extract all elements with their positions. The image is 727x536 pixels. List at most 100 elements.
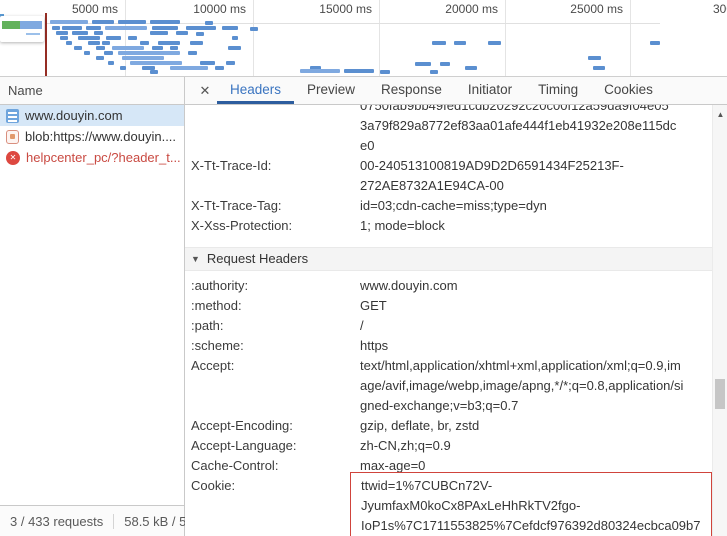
waterfall-bar bbox=[344, 69, 374, 73]
transferred-size: 58.5 kB / 5 bbox=[113, 514, 196, 529]
request-row[interactable]: www.douyin.com bbox=[0, 105, 184, 126]
header-value-line: / bbox=[360, 316, 712, 336]
timeline-gridline bbox=[630, 0, 631, 76]
timeline-tick-label: 20000 ms bbox=[445, 2, 505, 17]
network-overview[interactable]: 5000 ms10000 ms15000 ms20000 ms25000 ms … bbox=[0, 0, 727, 77]
header-value: zh-CN,zh;q=0.9 bbox=[360, 436, 712, 456]
waterfall-bar bbox=[415, 62, 431, 66]
timeline-tick-label: 15000 ms bbox=[319, 2, 379, 17]
timeline-tick-label: 25000 ms bbox=[570, 2, 630, 17]
header-value-line: gned-exchange;v=b3;q=0.7 bbox=[360, 396, 712, 416]
header-value: https bbox=[360, 336, 712, 356]
mini-thin-bar bbox=[26, 33, 40, 35]
tab-preview[interactable]: Preview bbox=[294, 77, 368, 104]
waterfall-bar bbox=[108, 61, 114, 65]
waterfall-bar bbox=[118, 51, 180, 55]
header-name: X-Tt-Trace-Id: bbox=[185, 156, 360, 196]
scrollbar-thumb[interactable] bbox=[715, 379, 725, 409]
header-value-line: 272AE8732A1E94CA-00 bbox=[360, 176, 712, 196]
close-icon[interactable]: ✕ bbox=[193, 77, 217, 104]
header-value-line: text/html,application/xhtml+xml,applicat… bbox=[360, 356, 712, 376]
waterfall-bar bbox=[150, 70, 158, 74]
status-bar: 3 / 433 requests 58.5 kB / 5 bbox=[0, 505, 184, 536]
waterfall-bar bbox=[152, 46, 163, 50]
waterfall-bar bbox=[430, 70, 438, 74]
media-icon bbox=[6, 130, 19, 144]
waterfall-bar bbox=[88, 41, 100, 45]
tab-response[interactable]: Response bbox=[368, 77, 455, 104]
waterfall-bar bbox=[78, 36, 100, 40]
timeline-tick-label: 5000 ms bbox=[72, 2, 125, 17]
header-value: GET bbox=[360, 296, 712, 316]
name-column-header[interactable]: Name bbox=[0, 77, 184, 105]
header-value-highlighted: ttwid=1%7CUBCn72V-JyumfaxM0koCx8PAxLeHhR… bbox=[350, 472, 712, 536]
header-row: Accept-Language:zh-CN,zh;q=0.9 bbox=[185, 436, 712, 456]
waterfall-bar bbox=[188, 51, 197, 55]
waterfall-bar bbox=[228, 46, 241, 50]
waterfall-bar bbox=[140, 41, 149, 45]
vertical-scrollbar[interactable]: ▲ ▼ bbox=[712, 105, 727, 536]
tab-headers[interactable]: Headers bbox=[217, 77, 294, 104]
waterfall-bar bbox=[112, 46, 144, 50]
request-row[interactable]: blob:https://www.douyin.... bbox=[0, 126, 184, 147]
waterfall-bar bbox=[92, 20, 114, 24]
waterfall-bar bbox=[118, 20, 146, 24]
request-row[interactable]: ✕helpcenter_pc/?header_t... bbox=[0, 147, 184, 168]
waterfall-bar bbox=[170, 66, 208, 70]
waterfall-bar bbox=[106, 36, 121, 40]
requests-count: 3 / 433 requests bbox=[0, 514, 113, 529]
tab-timing[interactable]: Timing bbox=[525, 77, 591, 104]
header-name: :path: bbox=[185, 316, 360, 336]
waterfall-bar bbox=[158, 41, 180, 45]
waterfall-bar bbox=[122, 56, 164, 60]
mini-green-bar bbox=[2, 21, 20, 29]
request-headers-section-header[interactable]: ▼ Request Headers bbox=[185, 247, 712, 271]
waterfall-bar bbox=[465, 66, 477, 70]
waterfall-bar bbox=[215, 66, 224, 70]
waterfall-bar bbox=[104, 51, 113, 55]
overview-selection-card bbox=[0, 16, 44, 42]
tab-initiator[interactable]: Initiator bbox=[455, 77, 525, 104]
request-name: blob:https://www.douyin.... bbox=[25, 129, 176, 144]
header-value: 0750fab9bb49fed1cdb20292c20c00f12a59da9f… bbox=[360, 105, 712, 156]
waterfall-bar bbox=[152, 26, 178, 30]
scroll-up-icon[interactable]: ▲ bbox=[713, 107, 727, 123]
waterfall-bar bbox=[588, 56, 601, 60]
header-name: Cache-Control: bbox=[185, 456, 360, 476]
header-value: 00-240513100819AD9D2D6591434F25213F-272A… bbox=[360, 156, 712, 196]
collapse-arrow-icon: ▼ bbox=[191, 249, 200, 269]
waterfall-bar bbox=[84, 51, 90, 55]
header-name: Cookie: bbox=[185, 476, 360, 536]
network-main: Name www.douyin.com blob:https://www.douy… bbox=[0, 77, 727, 536]
waterfall-bar bbox=[232, 36, 238, 40]
header-row: 0750fab9bb49fed1cdb20292c20c00f12a59da9f… bbox=[185, 105, 712, 156]
mini-blue-bar bbox=[20, 21, 42, 29]
waterfall-bar bbox=[96, 46, 105, 50]
header-row: :authority:www.douyin.com bbox=[185, 276, 712, 296]
waterfall-bar bbox=[105, 26, 147, 30]
timeline-tick-label: 30000 ms bbox=[713, 2, 727, 17]
header-value: www.douyin.com bbox=[360, 276, 712, 296]
timeline-tick-label: 10000 ms bbox=[193, 2, 253, 17]
request-list-panel: Name www.douyin.com blob:https://www.douy… bbox=[0, 77, 185, 536]
waterfall-bar bbox=[593, 66, 605, 70]
header-value-line: https bbox=[360, 336, 712, 356]
waterfall-bar bbox=[205, 21, 213, 25]
header-name: :scheme: bbox=[185, 336, 360, 356]
tab-cookies[interactable]: Cookies bbox=[591, 77, 666, 104]
header-value-line: age/avif,image/webp,image/apng,*/*;q=0.8… bbox=[360, 376, 712, 396]
waterfall-bar bbox=[488, 41, 501, 45]
timeline-gridline bbox=[125, 0, 126, 76]
header-value: / bbox=[360, 316, 712, 336]
request-detail-pane: ✕ HeadersPreviewResponseInitiatorTimingC… bbox=[185, 77, 727, 536]
header-name: Accept-Encoding: bbox=[185, 416, 360, 436]
waterfall-bar bbox=[226, 61, 235, 65]
header-row: X-Tt-Trace-Tag:id=03;cdn-cache=miss;type… bbox=[185, 196, 712, 216]
header-value-line: IoP1s%7C1711553825%7Cefdcf976392d80324ec… bbox=[361, 516, 707, 536]
header-name: :authority: bbox=[185, 276, 360, 296]
header-name: :method: bbox=[185, 296, 360, 316]
header-value-line: JyumfaxM0koCx8PAxLeHhRkTV2fgo- bbox=[361, 496, 707, 516]
header-value-line: ttwid=1%7CUBCn72V- bbox=[361, 476, 707, 496]
header-value: id=03;cdn-cache=miss;type=dyn bbox=[360, 196, 712, 216]
header-value: 1; mode=block bbox=[360, 216, 712, 236]
